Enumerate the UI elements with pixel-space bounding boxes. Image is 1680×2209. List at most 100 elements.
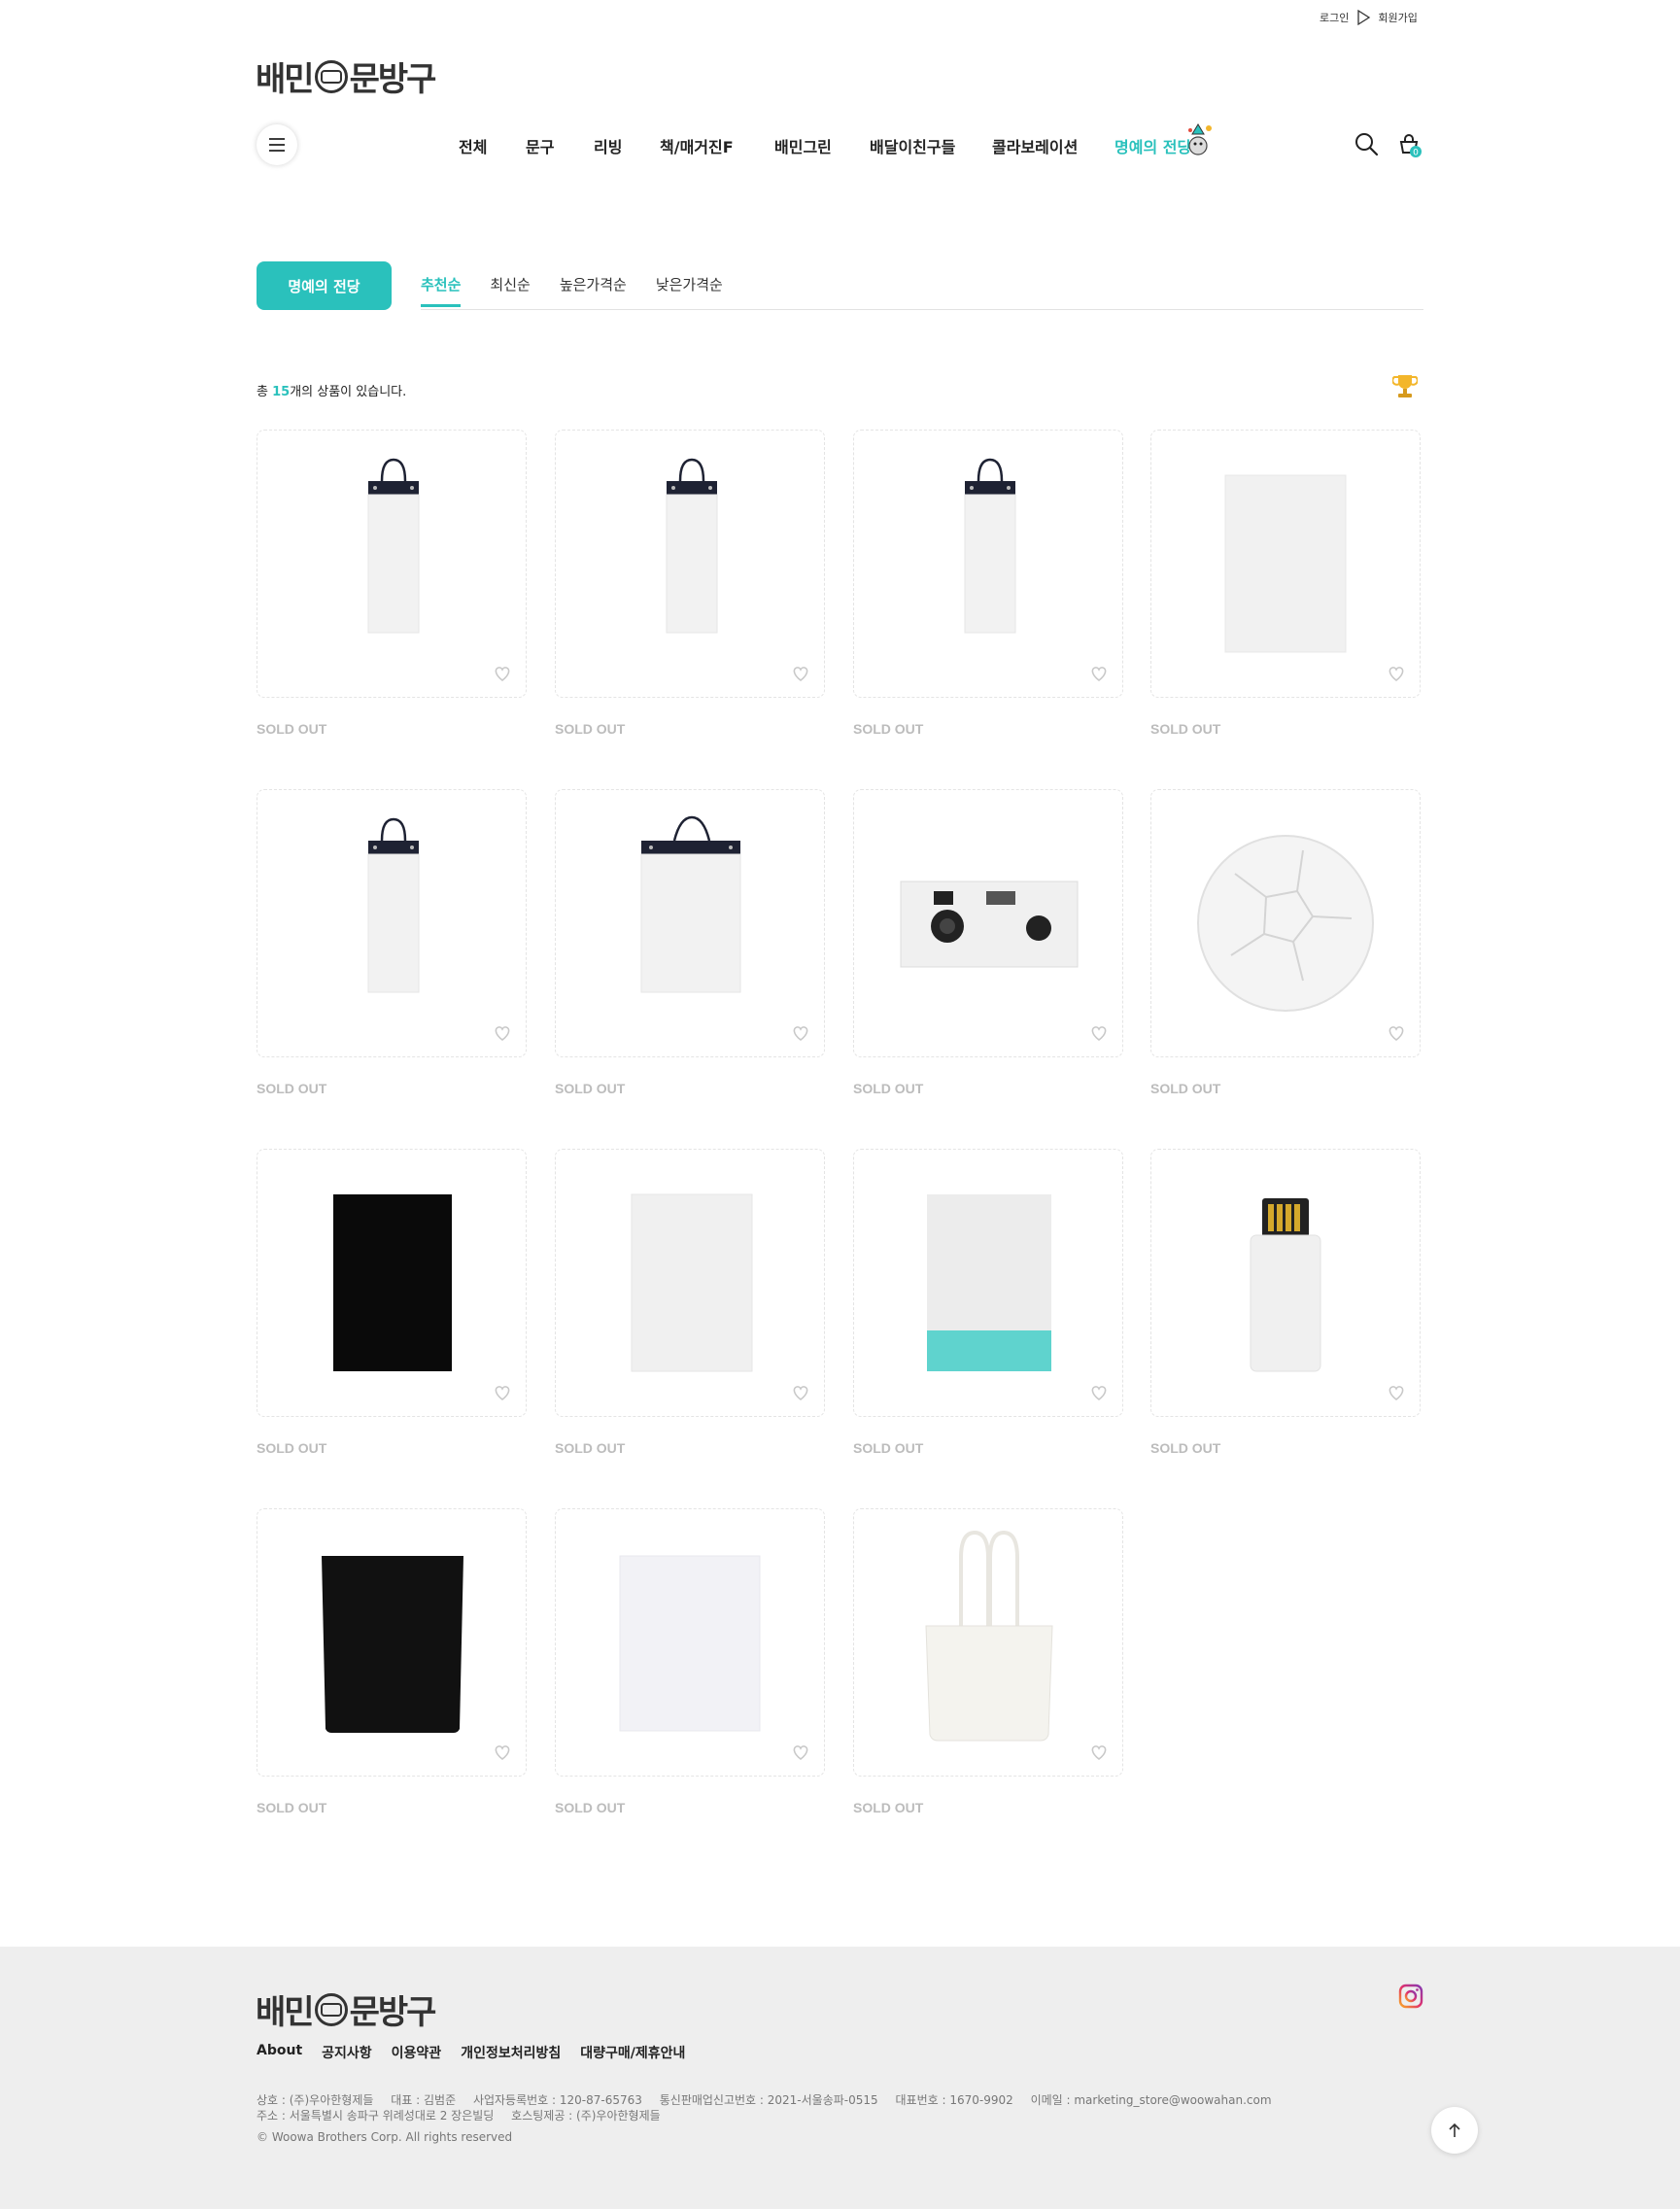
- footer-link-about[interactable]: About: [257, 2043, 302, 2062]
- nav-item-all[interactable]: 전체: [459, 134, 526, 157]
- logo-emblem-icon: [314, 59, 348, 93]
- search-icon[interactable]: [1354, 131, 1379, 156]
- heart-icon[interactable]: [787, 1379, 814, 1406]
- scroll-top-button[interactable]: [1431, 2107, 1478, 2154]
- product-card[interactable]: SOLD OUT: [853, 430, 1123, 737]
- instagram-icon[interactable]: [1398, 1984, 1423, 2009]
- heart-icon[interactable]: [489, 1379, 516, 1406]
- white-sheet-icon: [1224, 474, 1347, 653]
- white-notebook-icon: [631, 1193, 753, 1372]
- product-card[interactable]: SOLD OUT: [1150, 789, 1421, 1096]
- product-card[interactable]: SOLD OUT: [257, 430, 527, 737]
- sort-tabs: 추천순 최신순 높은가격순 낮은가격순: [421, 274, 752, 307]
- trophy-icon[interactable]: [1392, 372, 1418, 399]
- product-thumbnail[interactable]: [555, 1508, 825, 1777]
- login-link[interactable]: 로그인: [1320, 10, 1349, 25]
- heart-icon[interactable]: [1085, 660, 1113, 687]
- cart-icon[interactable]: 0: [1396, 132, 1423, 159]
- footer-info-row2: 주소 : 서울특별시 송파구 위례성대로 2 장은빌딩 호스팅제공 : (주)우…: [257, 2108, 1286, 2123]
- sold-out-label: SOLD OUT: [1150, 1440, 1221, 1456]
- product-thumbnail[interactable]: [555, 1149, 825, 1417]
- product-thumbnail[interactable]: [257, 1508, 527, 1777]
- product-card[interactable]: SOLD OUT: [1150, 430, 1421, 737]
- sold-out-label: SOLD OUT: [555, 1800, 626, 1815]
- heart-icon[interactable]: [1085, 1379, 1113, 1406]
- product-card[interactable]: SOLD OUT: [853, 1149, 1123, 1456]
- heart-icon[interactable]: [787, 660, 814, 687]
- heart-icon[interactable]: [489, 1019, 516, 1047]
- product-card[interactable]: SOLD OUT: [257, 1149, 527, 1456]
- product-thumbnail[interactable]: [853, 789, 1123, 1057]
- product-thumbnail[interactable]: [1150, 1149, 1421, 1417]
- footer-link-terms[interactable]: 이용약관: [392, 2043, 442, 2062]
- play-triangle-icon: [1357, 9, 1371, 26]
- product-card[interactable]: SOLD OUT: [555, 1508, 825, 1815]
- product-card[interactable]: SOLD OUT: [555, 789, 825, 1096]
- product-card[interactable]: SOLD OUT: [257, 1508, 527, 1815]
- narrow-bag-icon: [367, 458, 420, 634]
- product-card[interactable]: SOLD OUT: [257, 789, 527, 1096]
- heart-icon[interactable]: [1383, 1019, 1410, 1047]
- tab-newest[interactable]: 최신순: [490, 274, 530, 307]
- nav-item-green[interactable]: 배민그린: [774, 134, 870, 157]
- product-thumbnail[interactable]: [257, 430, 527, 698]
- nav-item-living[interactable]: 리빙: [594, 134, 660, 157]
- product-card[interactable]: SOLD OUT: [853, 789, 1123, 1096]
- sold-out-label: SOLD OUT: [853, 1800, 924, 1815]
- footer-links: About 공지사항 이용약관 개인정보처리방침 대량구매/제휴안내: [257, 2043, 685, 2062]
- product-thumbnail[interactable]: [555, 430, 825, 698]
- cart-count: 0: [1413, 149, 1419, 158]
- nav-item-books[interactable]: 책/매거진F: [660, 134, 774, 157]
- heart-icon[interactable]: [489, 1739, 516, 1766]
- narrow-bag-icon: [666, 458, 718, 634]
- product-thumbnail[interactable]: [1150, 430, 1421, 698]
- heart-icon[interactable]: [787, 1019, 814, 1047]
- footer-logo[interactable]: 배민 문방구: [256, 1985, 436, 2033]
- product-card[interactable]: SOLD OUT: [555, 430, 825, 737]
- product-thumbnail[interactable]: [257, 1149, 527, 1417]
- site-logo[interactable]: 배민 문방구: [256, 52, 436, 100]
- heart-icon[interactable]: [1085, 1019, 1113, 1047]
- heart-icon[interactable]: [489, 660, 516, 687]
- arrow-up-icon: [1449, 2123, 1460, 2137]
- signup-link[interactable]: 회원가입: [1378, 10, 1417, 25]
- wide-bag-icon: [640, 815, 741, 993]
- footer-link-notice[interactable]: 공지사항: [322, 2043, 372, 2062]
- product-thumbnail[interactable]: [853, 430, 1123, 698]
- soccer-ball-icon: [1197, 835, 1374, 1012]
- product-card[interactable]: SOLD OUT: [853, 1508, 1123, 1815]
- info-ceo: 대표 : 김범준: [391, 2093, 457, 2107]
- heart-icon[interactable]: [1383, 660, 1410, 687]
- nav-item-friends[interactable]: 배달이친구들: [870, 134, 992, 157]
- product-thumbnail[interactable]: [853, 1149, 1123, 1417]
- product-thumbnail[interactable]: [1150, 789, 1421, 1057]
- sold-out-label: SOLD OUT: [853, 721, 924, 737]
- product-thumbnail[interactable]: [853, 1508, 1123, 1777]
- sold-out-label: SOLD OUT: [1150, 721, 1221, 737]
- black-pouch-icon: [322, 1556, 463, 1733]
- tab-recommended[interactable]: 추천순: [421, 274, 462, 307]
- product-thumbnail[interactable]: [257, 789, 527, 1057]
- sold-out-label: SOLD OUT: [555, 721, 626, 737]
- footer-link-privacy[interactable]: 개인정보처리방침: [461, 2043, 561, 2062]
- sold-out-label: SOLD OUT: [257, 1440, 327, 1456]
- heart-icon[interactable]: [1085, 1739, 1113, 1766]
- heart-icon[interactable]: [1383, 1379, 1410, 1406]
- usb-icon: [1250, 1198, 1321, 1372]
- hamburger-menu-button[interactable]: [257, 124, 297, 165]
- tab-price-low[interactable]: 낮은가격순: [656, 274, 723, 307]
- footer-link-bulk[interactable]: 대량구매/제휴안내: [580, 2043, 685, 2062]
- product-thumbnail[interactable]: [555, 789, 825, 1057]
- tab-price-high[interactable]: 높은가격순: [560, 274, 627, 307]
- hall-of-fame-button[interactable]: 명예의 전당: [257, 261, 392, 310]
- nav-item-hall-of-fame[interactable]: 명예의 전당: [1114, 123, 1212, 157]
- product-card[interactable]: SOLD OUT: [555, 1149, 825, 1456]
- info-hosting: 호스팅제공 : (주)우아한형제들: [511, 2109, 661, 2123]
- heart-icon[interactable]: [787, 1739, 814, 1766]
- nav-item-stationery[interactable]: 문구: [526, 134, 594, 157]
- product-card[interactable]: SOLD OUT: [1150, 1149, 1421, 1456]
- mascot-icon: [1188, 123, 1212, 155]
- nav-item-collab[interactable]: 콜라보레이션: [992, 134, 1114, 157]
- narrow-bag-icon: [964, 458, 1016, 634]
- sold-out-label: SOLD OUT: [257, 721, 327, 737]
